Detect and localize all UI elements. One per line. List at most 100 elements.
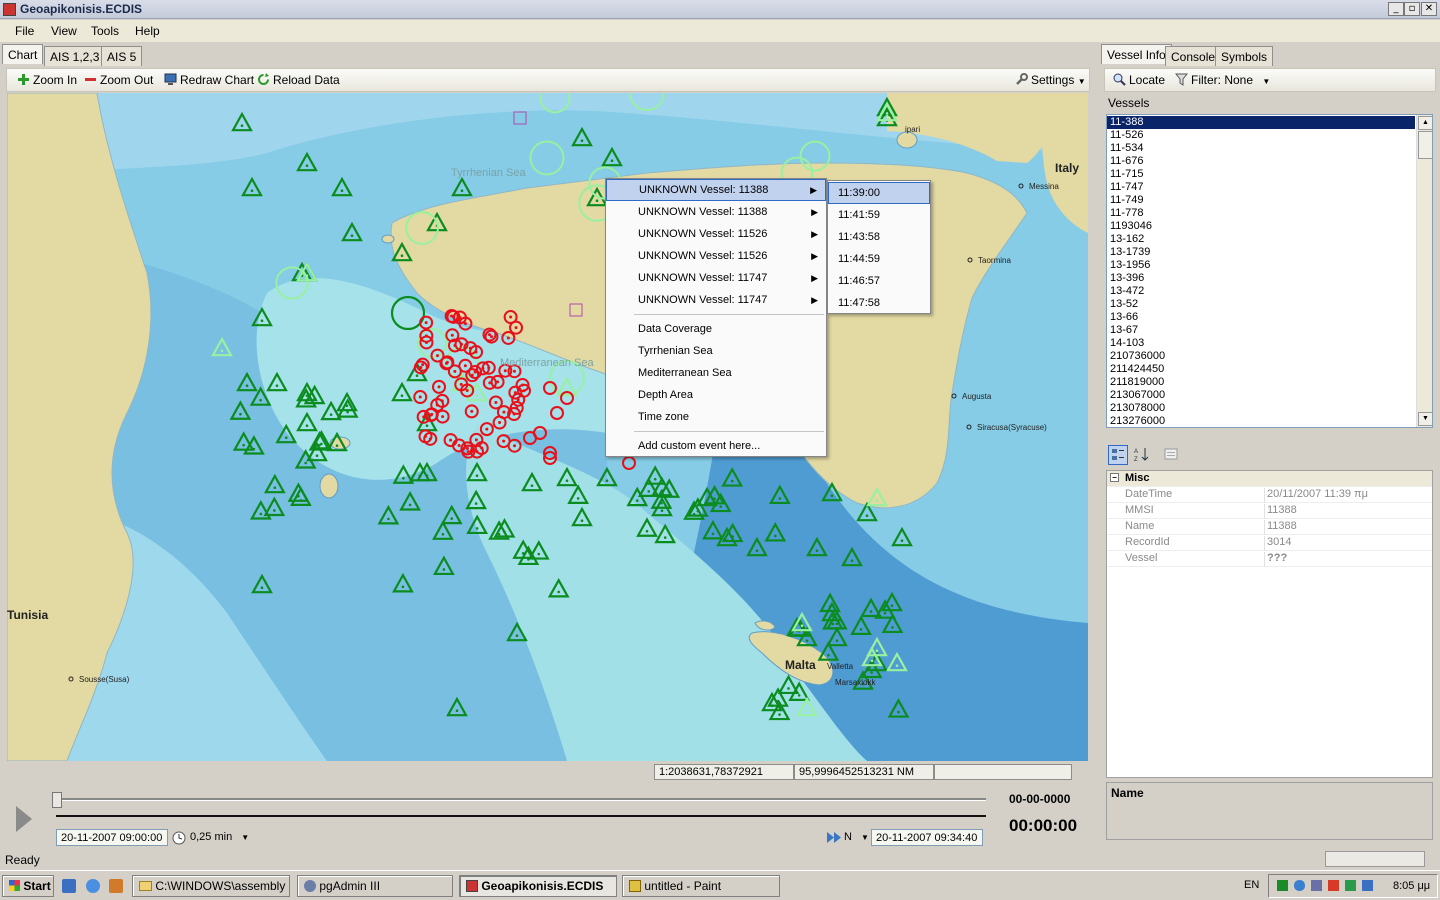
menu-help[interactable]: Help [135, 24, 160, 38]
end-datetime-field[interactable]: 20-11-2007 09:34:40 [871, 829, 983, 846]
vessel-list-item[interactable]: 13-66 [1107, 311, 1415, 324]
tab-console[interactable]: Console [1165, 46, 1222, 66]
filter-dropdown[interactable]: Filter: None ▼ [1175, 73, 1270, 87]
vessel-list-item[interactable]: 11-778 [1107, 207, 1415, 220]
tray-icon[interactable] [1294, 880, 1305, 891]
property-row[interactable]: DateTime 20/11/2007 11:39 πμ [1107, 487, 1432, 503]
vessel-list-item[interactable]: 11-526 [1107, 129, 1415, 142]
vessel-list-scrollbar[interactable]: ▲ ▼ [1416, 115, 1432, 427]
menu-item-vessel[interactable]: UNKNOWN Vessel: 11388 ▶ [606, 179, 826, 201]
scroll-up-button[interactable]: ▲ [1418, 116, 1432, 130]
submenu-item-time[interactable]: 11:44:59 [828, 248, 930, 270]
vessel-list-item[interactable]: 13-162 [1107, 233, 1415, 246]
task-paint[interactable]: untitled - Paint [622, 875, 780, 897]
vessel-list-item[interactable]: 213067000 [1107, 389, 1415, 402]
vessel-list-item[interactable]: 11-388 [1107, 116, 1415, 129]
categorized-view-button[interactable] [1108, 445, 1128, 465]
tray-icon[interactable] [1345, 880, 1356, 891]
alphabetical-view-button[interactable]: AZ [1132, 445, 1152, 465]
quicklaunch-browser-icon[interactable] [86, 879, 100, 893]
submenu-item-time[interactable]: 11:43:58 [828, 226, 930, 248]
property-value[interactable]: 11388 [1264, 504, 1432, 519]
fast-forward-icon[interactable] [826, 831, 842, 844]
vessel-list-item[interactable]: 11-747 [1107, 181, 1415, 194]
language-indicator[interactable]: EN [1244, 879, 1259, 891]
task-geoapikonisis[interactable]: Geoapikonisis.ECDIS [459, 875, 617, 897]
vessel-list-item[interactable]: 11-749 [1107, 194, 1415, 207]
menu-item-vessel[interactable]: UNKNOWN Vessel: 11388 ▶ [606, 201, 826, 223]
menu-file[interactable]: File [15, 24, 34, 38]
menu-item-vessel[interactable]: UNKNOWN Vessel: 11747 ▶ [606, 267, 826, 289]
redraw-chart-button[interactable]: Redraw Chart [164, 73, 254, 87]
menu-item-vessel[interactable]: UNKNOWN Vessel: 11526 ▶ [606, 223, 826, 245]
menu-tools[interactable]: Tools [91, 24, 119, 38]
locate-button[interactable]: Locate [1113, 73, 1165, 87]
direction-dropdown[interactable]: N ▼ [844, 831, 869, 843]
timeline-slider-handle[interactable] [52, 792, 62, 808]
vessel-list-item[interactable]: 13-396 [1107, 272, 1415, 285]
vessel-list-item[interactable]: 13-1956 [1107, 259, 1415, 272]
tab-ais-5[interactable]: AIS 5 [101, 46, 143, 66]
context-menu[interactable]: UNKNOWN Vessel: 11388 ▶ UNKNOWN Vessel: 1… [605, 178, 827, 457]
menu-item-vessel[interactable]: UNKNOWN Vessel: 11747 ▶ [606, 289, 826, 311]
vessel-list-item[interactable]: 11-676 [1107, 155, 1415, 168]
zoom-out-button[interactable]: Zoom Out [84, 73, 153, 87]
property-value[interactable]: 20/11/2007 11:39 πμ [1264, 488, 1432, 503]
vessel-list-item[interactable]: 1193046 [1107, 220, 1415, 233]
menu-item-data-coverage[interactable]: Data Coverage [606, 318, 826, 340]
vessel-list-item[interactable]: 13-67 [1107, 324, 1415, 337]
reload-data-button[interactable]: Reload Data [257, 73, 340, 87]
submenu-item-time[interactable]: 11:41:59 [828, 204, 930, 226]
tab-symbols[interactable]: Symbols [1215, 46, 1274, 66]
property-grid[interactable]: − Misc DateTime 20/11/2007 11:39 πμ MMSI 11… [1106, 470, 1433, 778]
vessel-list-item[interactable]: 210736000 [1107, 350, 1415, 363]
property-value[interactable]: ??? [1264, 552, 1432, 567]
property-value[interactable]: 11388 [1264, 520, 1432, 535]
minimize-button[interactable]: _ [1388, 2, 1404, 16]
property-pages-button[interactable] [1162, 445, 1182, 465]
timeline-track[interactable] [56, 798, 986, 801]
tab-vessel-info[interactable]: Vessel Info [1101, 44, 1172, 64]
quicklaunch-app-icon[interactable] [109, 879, 123, 893]
start-button[interactable]: Start [2, 875, 54, 897]
vessel-list-item[interactable]: 13-52 [1107, 298, 1415, 311]
property-value[interactable]: 3014 [1264, 536, 1432, 551]
vessel-list-item[interactable]: 13-1739 [1107, 246, 1415, 259]
menu-item-time-zone[interactable]: Time zone [606, 406, 826, 428]
task-assembly[interactable]: C:\WINDOWS\assembly [132, 875, 290, 897]
tray-icon[interactable] [1328, 880, 1339, 891]
vessel-list-item[interactable]: 213276000 [1107, 415, 1415, 427]
step-interval-dropdown[interactable]: 0,25 min ▼ [190, 831, 249, 843]
menu-item-depth-area[interactable]: Depth Area [606, 384, 826, 406]
vessel-list-item[interactable]: 11-534 [1107, 142, 1415, 155]
settings-button[interactable]: Settings ▼ [1015, 73, 1086, 87]
vessel-list-item[interactable]: 13-472 [1107, 285, 1415, 298]
start-datetime-field[interactable]: 20-11-2007 09:00:00 [56, 829, 168, 846]
zoom-in-button[interactable]: Zoom In [17, 73, 77, 87]
quicklaunch-ie-icon[interactable] [62, 879, 76, 893]
vessel-list-item[interactable]: 14-103 [1107, 337, 1415, 350]
menu-view[interactable]: View [51, 24, 77, 38]
tab-ais-123[interactable]: AIS 1,2,3 [44, 46, 106, 66]
time-submenu[interactable]: 11:39:00 11:41:59 11:43:58 11:44:59 11:4… [827, 180, 931, 314]
tab-chart[interactable]: Chart [2, 44, 44, 64]
menu-item-mediterranean-sea[interactable]: Mediterranean Sea [606, 362, 826, 384]
scroll-down-button[interactable]: ▼ [1418, 412, 1432, 426]
tray-icon[interactable] [1311, 880, 1322, 891]
vessel-list[interactable]: 11-388 11-526 11-534 11-676 11-715 11-747 11-7… [1106, 114, 1433, 428]
play-icon[interactable] [14, 804, 34, 834]
scroll-thumb[interactable] [1418, 131, 1432, 159]
property-category-row[interactable]: − Misc [1107, 471, 1432, 487]
property-row[interactable]: Vessel??? [1107, 551, 1432, 567]
task-pgadmin[interactable]: pgAdmin III [297, 875, 453, 897]
close-button[interactable]: ✕ [1421, 2, 1437, 16]
menu-item-tyrrhenian-sea[interactable]: Tyrrhenian Sea [606, 340, 826, 362]
tray-icon[interactable] [1277, 880, 1288, 891]
vessel-list-item[interactable]: 211819000 [1107, 376, 1415, 389]
menu-item-vessel[interactable]: UNKNOWN Vessel: 11526 ▶ [606, 245, 826, 267]
property-row[interactable]: RecordId 3014 [1107, 535, 1432, 551]
property-row[interactable]: Name 11388 [1107, 519, 1432, 535]
submenu-item-time[interactable]: 11:39:00 [828, 182, 930, 204]
submenu-item-time[interactable]: 11:47:58 [828, 292, 930, 314]
submenu-item-time[interactable]: 11:46:57 [828, 270, 930, 292]
